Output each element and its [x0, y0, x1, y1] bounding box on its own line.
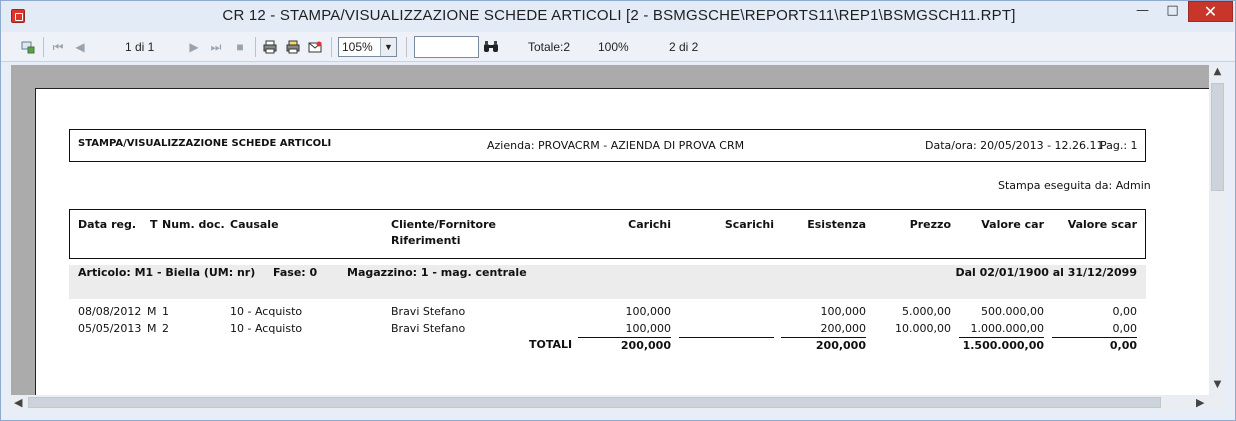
row2-valore-car: 1.000.000,00: [970, 322, 1044, 335]
col-valore-scar: Valore scar: [1067, 218, 1137, 231]
minimize-button[interactable]: —: [1129, 1, 1156, 22]
row2-num: 2: [162, 322, 169, 335]
records-progress-label: 2 di 2: [669, 40, 699, 54]
export-icon[interactable]: [21, 40, 35, 54]
vertical-scrollbar[interactable]: ▲ ▼: [1209, 65, 1226, 395]
zoom-value: 105%: [342, 40, 373, 54]
total-esistenza-line: [781, 337, 866, 338]
total-scarichi-line: [679, 337, 774, 338]
totals-label: TOTALI: [529, 338, 573, 351]
row2-data: 05/05/2013: [78, 322, 142, 335]
report-page: STAMPA/VISUALIZZAZIONE SCHEDE ARTICOLI A…: [35, 88, 1210, 410]
group-periodo: Dal 02/01/1900 al 31/12/2099: [955, 266, 1137, 279]
row2-t: M: [147, 322, 157, 335]
stop-icon[interactable]: ■: [233, 40, 247, 54]
row1-valore-scar: 0,00: [1112, 305, 1138, 318]
row2-carichi: 100,000: [625, 322, 672, 335]
company-label: Azienda: PROVACRM - AZIENDA DI PROVA CRM: [487, 139, 745, 152]
binoculars-icon[interactable]: [483, 40, 499, 54]
row2-esistenza: 200,000: [820, 322, 867, 335]
row1-cliente: Bravi Stefano: [391, 305, 466, 318]
page-indicator: 1 di 1: [125, 40, 155, 54]
vertical-scroll-thumb[interactable]: [1211, 83, 1224, 191]
horizontal-scroll-thumb[interactable]: [28, 397, 1161, 408]
datetime-label: Data/ora: 20/05/2013 - 12.26.11: [925, 139, 1104, 152]
group-fase: Fase: 0: [273, 266, 318, 279]
row1-causale: 10 - Acquisto: [230, 305, 303, 318]
chevron-down-icon[interactable]: ▼: [380, 38, 396, 56]
scrollbar-corner: [1209, 395, 1226, 410]
total-carichi-line: [578, 337, 671, 338]
search-input[interactable]: [414, 36, 479, 58]
col-riferimenti: Riferimenti: [391, 234, 461, 247]
group-magazzino: Magazzino: 1 - mag. centrale: [347, 266, 527, 279]
report-viewer[interactable]: STAMPA/VISUALIZZAZIONE SCHEDE ARTICOLI A…: [11, 65, 1226, 410]
row1-num: 1: [162, 305, 169, 318]
row1-prezzo: 5.000,00: [902, 305, 951, 318]
col-prezzo: Prezzo: [909, 218, 951, 231]
printed-by-label: Stampa eseguita da: Admin: [998, 179, 1151, 192]
column-header-box: [69, 209, 1146, 259]
title-bar: CR 12 - STAMPA/VISUALIZZAZIONE SCHEDE AR…: [1, 1, 1235, 32]
col-causale: Causale: [230, 218, 279, 231]
total-esistenza: 200,000: [815, 339, 866, 352]
previous-page-icon[interactable]: ◀: [73, 40, 87, 54]
col-esistenza: Esistenza: [807, 218, 866, 231]
page-number-label: Pag.: 1: [1100, 139, 1138, 152]
first-page-icon[interactable]: ⏮: [51, 40, 65, 54]
col-num-doc: Num. doc.: [162, 218, 225, 231]
col-valore-car: Valore car: [981, 218, 1044, 231]
col-carichi: Carichi: [628, 218, 671, 231]
horizontal-scrollbar[interactable]: ◀ ▶: [11, 395, 1209, 410]
col-data-reg: Data reg.: [78, 218, 137, 231]
last-page-icon[interactable]: ⏭: [209, 40, 223, 54]
print-icon[interactable]: [263, 40, 277, 54]
scroll-down-icon[interactable]: ▼: [1209, 379, 1226, 390]
report-viewer-window: CR 12 - STAMPA/VISUALIZZAZIONE SCHEDE AR…: [0, 0, 1236, 421]
zoom-select[interactable]: 105% ▼: [338, 37, 397, 57]
printer-setup-icon[interactable]: [286, 40, 300, 54]
next-page-icon[interactable]: ▶: [187, 40, 201, 54]
report-title: STAMPA/VISUALIZZAZIONE SCHEDE ARTICOLI: [78, 138, 332, 149]
group-articolo: Articolo: M1 - Biella (UM: nr): [78, 266, 256, 279]
close-button[interactable]: ✕: [1188, 1, 1233, 22]
scroll-up-icon[interactable]: ▲: [1209, 66, 1226, 77]
row2-valore-scar: 0,00: [1112, 322, 1138, 335]
total-records-label: Totale:2: [528, 40, 571, 54]
total-carichi: 200,000: [620, 339, 671, 352]
row2-prezzo: 10.000,00: [895, 322, 951, 335]
scroll-left-icon[interactable]: ◀: [14, 395, 22, 410]
row1-carichi: 100,000: [625, 305, 672, 318]
total-valore-scar-line: [1052, 337, 1137, 338]
zoom-percent-label: 100%: [598, 40, 629, 54]
window-title: CR 12 - STAMPA/VISUALIZZAZIONE SCHEDE AR…: [222, 7, 1016, 24]
toolbar: ⏮ ◀ 1 di 1 ▶ ⏭ ■ 105% ▼ Totale:2 100% 2 …: [1, 32, 1235, 62]
col-cliente: Cliente/Fornitore: [391, 218, 496, 231]
row1-valore-car: 500.000,00: [981, 305, 1044, 318]
row1-data: 08/08/2012: [78, 305, 142, 318]
col-t: T: [150, 218, 158, 231]
scroll-right-icon[interactable]: ▶: [1196, 395, 1204, 410]
col-scarichi: Scarichi: [724, 218, 774, 231]
email-icon[interactable]: [308, 40, 322, 54]
total-valore-car: 1.500.000,00: [962, 339, 1044, 352]
row2-cliente: Bravi Stefano: [391, 322, 466, 335]
row1-t: M: [147, 305, 157, 318]
total-valore-scar: 0,00: [1109, 339, 1137, 352]
row2-causale: 10 - Acquisto: [230, 322, 303, 335]
row1-esistenza: 100,000: [820, 305, 867, 318]
maximize-button[interactable]: □: [1159, 1, 1186, 22]
total-valore-car-line: [959, 337, 1044, 338]
